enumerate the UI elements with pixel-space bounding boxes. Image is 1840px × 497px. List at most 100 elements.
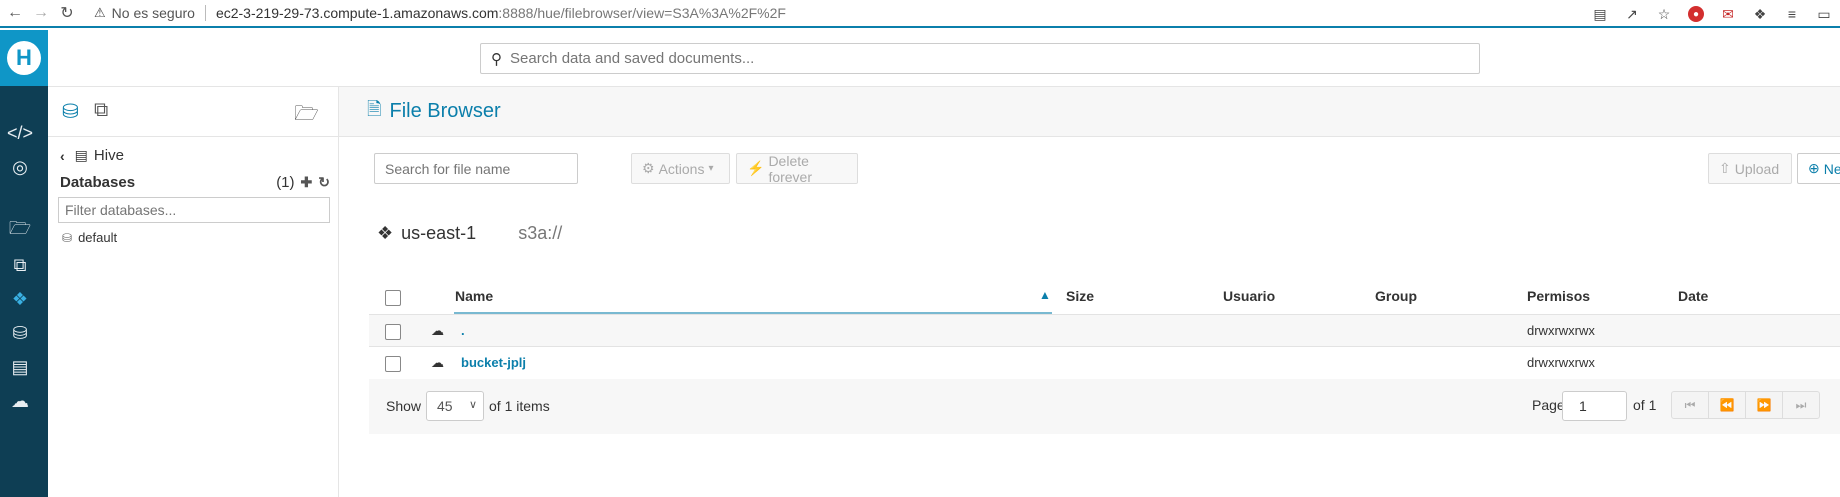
file-table: Name ▲ Size Usuario Group Permisos Date … <box>369 278 1840 378</box>
global-search-input[interactable] <box>510 50 1410 67</box>
next-page-icon[interactable]: ⏩ <box>1745 391 1783 419</box>
editor-icon[interactable]: </> <box>0 118 40 148</box>
extension-mail-icon[interactable]: ✉ <box>1712 0 1744 28</box>
caret-down-icon: ▾ <box>708 163 714 174</box>
separator <box>204 5 206 21</box>
actions-toolbar: ⚙ Actions ▾ ⚡ Delete forever ⇧ Upload ⊕ … <box>339 137 1840 207</box>
reload-icon[interactable]: ↻ <box>54 0 80 26</box>
folder-icon[interactable]: 🗁 <box>294 99 319 133</box>
url-text: ec2-3-219-29-73.compute-1.amazonaws.com:… <box>216 5 786 21</box>
actions-button[interactable]: ⚙ Actions ▾ <box>631 153 730 184</box>
jobs-icon[interactable]: ▤ <box>0 352 40 382</box>
left-rail: H </> ◎ 🗁 ⧉ ❖ ⛁ ▤ ☁ <box>0 30 48 497</box>
column-date[interactable]: Date <box>1678 288 1708 304</box>
sort-icon[interactable]: ▲ <box>1039 288 1051 302</box>
hue-logo-mark: H <box>7 41 41 75</box>
upload-button[interactable]: ⇧ Upload <box>1708 153 1792 184</box>
breadcrumb-path[interactable]: s3a:// <box>518 223 562 244</box>
new-button[interactable]: ⊕ Ne <box>1797 153 1840 184</box>
url-path: :8888/hue/filebrowser/view=S3A%3A%2F%2F <box>498 5 786 21</box>
top-header: ⚲ <box>48 30 1840 87</box>
search-icon: ⚲ <box>491 50 502 68</box>
cubes-icon: ❖ <box>377 223 394 243</box>
server-icon: ▤ <box>74 147 88 163</box>
s3-icon[interactable]: ❖ <box>0 284 40 314</box>
column-perms[interactable]: Permisos <box>1527 288 1590 304</box>
hue-logo[interactable]: H <box>0 30 48 86</box>
file-search-input[interactable] <box>374 153 578 184</box>
files-icon[interactable]: 🗁 <box>0 216 40 246</box>
upload-label: Upload <box>1734 160 1780 177</box>
first-page-icon[interactable]: ⏮ <box>1671 391 1709 419</box>
column-size[interactable]: Size <box>1066 288 1094 304</box>
arrow-up-circle-icon: ⇧ <box>1719 160 1731 176</box>
puzzle-icon[interactable]: ❖ <box>1744 0 1776 28</box>
database-item[interactable]: ⛁ default <box>62 230 117 245</box>
actions-label: Actions <box>658 160 705 177</box>
last-page-icon[interactable]: ⏭ <box>1782 391 1820 419</box>
documents-icon[interactable]: ⧉ <box>94 99 108 122</box>
page-header: 🗎 File Browser <box>339 87 1840 137</box>
gear-icon: ⚙ <box>642 160 655 176</box>
browser-actions: ▤ ↗ ☆ ● ✉ ❖ ≡ ▭ <box>1584 0 1840 28</box>
browser-toolbar: ← → ↻ ⚠ No es seguro ec2-3-219-29-73.com… <box>0 0 1840 28</box>
insecure-label: No es seguro <box>111 5 195 21</box>
row-perms: drwxrwxrwx <box>1527 323 1595 338</box>
new-label: Ne <box>1823 160 1840 177</box>
column-user[interactable]: Usuario <box>1223 288 1275 304</box>
page-total: of 1 <box>1633 397 1657 413</box>
assist-panel: ⛁ ⧉ 🗁 ‹ ▤ Hive Databases (1) ✚ ↻ ⛁ defau… <box>48 87 339 497</box>
documents-icon[interactable]: ⧉ <box>0 250 40 280</box>
page-size-select[interactable]: 45 ∨ <box>426 391 484 421</box>
breadcrumb-region[interactable]: us-east-1 <box>401 223 476 244</box>
select-all-checkbox[interactable] <box>385 290 401 306</box>
delete-forever-button[interactable]: ⚡ Delete forever <box>736 153 858 185</box>
star-icon[interactable]: ☆ <box>1648 0 1680 28</box>
chevron-down-icon: ∨ <box>468 399 477 411</box>
database-icon: ⛁ <box>62 230 73 245</box>
dashboard-icon[interactable]: ◎ <box>0 152 40 182</box>
plus-icon[interactable]: ✚ <box>301 174 313 191</box>
row-name[interactable]: bucket-jplj <box>461 355 526 370</box>
playlist-icon[interactable]: ≡ <box>1776 0 1808 28</box>
breadcrumb: ❖ us-east-1 s3a:// <box>377 223 562 244</box>
table-row[interactable]: ☁ . drwxrwxrwx <box>369 314 1840 346</box>
warning-icon: ⚠ <box>94 5 106 20</box>
pagination: Show 45 ∨ of 1 items Page 1 of 1 ⏮ ⏪ ⏩ ⏭ <box>369 379 1840 434</box>
row-perms: drwxrwxrwx <box>1527 355 1595 370</box>
databases-title: Databases <box>60 174 136 191</box>
forward-icon[interactable]: → <box>28 0 54 26</box>
back-icon[interactable]: ← <box>2 0 28 26</box>
file-browser: 🗎 File Browser ⚙ Actions ▾ ⚡ Delete fore… <box>339 87 1840 497</box>
page-label: Page <box>1532 397 1565 413</box>
column-group[interactable]: Group <box>1375 288 1417 304</box>
page-buttons: ⏮ ⏪ ⏩ ⏭ <box>1671 391 1820 419</box>
refresh-icon[interactable]: ↻ <box>318 174 330 191</box>
row-checkbox[interactable] <box>385 356 401 372</box>
url-host: ec2-3-219-29-73.compute-1.amazonaws.com <box>215 5 499 21</box>
sidepanel-icon[interactable]: ▭ <box>1808 0 1840 28</box>
extension-shield-icon[interactable]: ● <box>1680 0 1712 28</box>
database-icon[interactable]: ⛁ <box>62 99 79 124</box>
importer-icon[interactable]: ☁ <box>0 386 40 416</box>
prev-page-icon[interactable]: ⏪ <box>1708 391 1746 419</box>
plus-circle-icon: ⊕ <box>1808 160 1820 176</box>
bolt-icon: ⚡ <box>747 160 765 176</box>
database-item-label: default <box>78 230 118 245</box>
tables-icon[interactable]: ⛁ <box>0 318 40 348</box>
row-name[interactable]: . <box>461 323 465 338</box>
database-filter-input[interactable] <box>58 197 330 223</box>
address-bar[interactable]: ⚠ No es seguro ec2-3-219-29-73.compute-1… <box>94 1 786 25</box>
share-icon[interactable]: ↗ <box>1616 0 1648 28</box>
translate-icon[interactable]: ▤ <box>1584 0 1616 28</box>
source-label: Hive <box>93 147 124 164</box>
chevron-left-icon: ‹ <box>60 147 65 164</box>
table-row[interactable]: ☁ bucket-jplj drwxrwxrwx <box>369 346 1840 378</box>
row-checkbox[interactable] <box>385 324 401 340</box>
page-size-value: 45 <box>437 398 453 414</box>
page-title: File Browser <box>389 100 501 122</box>
page-number-input[interactable]: 1 <box>1562 391 1627 421</box>
global-search[interactable]: ⚲ <box>480 43 1480 74</box>
back-to-sources[interactable]: ‹ ▤ Hive <box>60 147 124 164</box>
column-name[interactable]: Name <box>455 288 493 304</box>
